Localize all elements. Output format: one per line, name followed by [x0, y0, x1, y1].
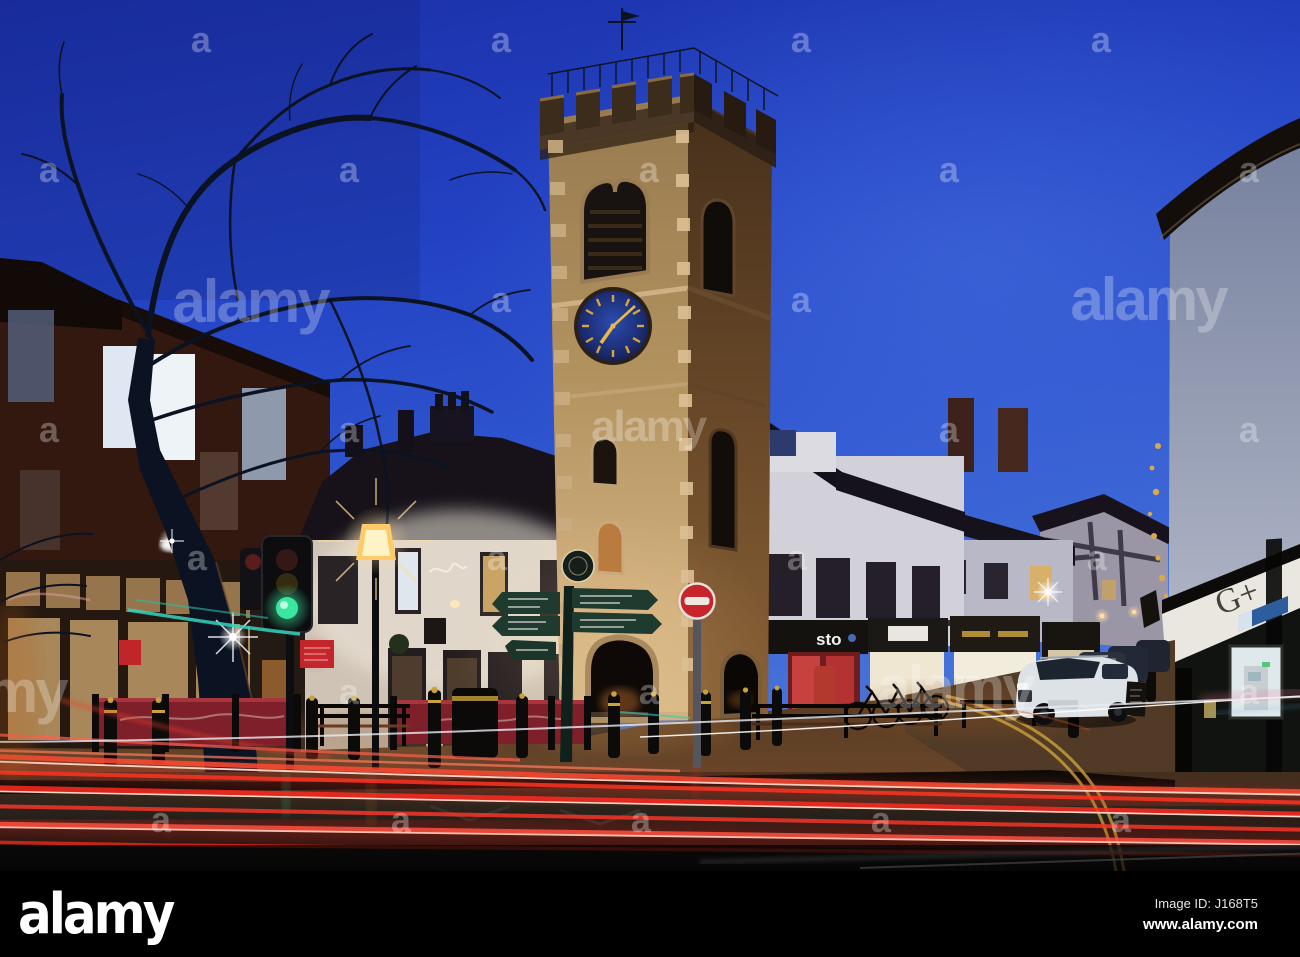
photograph: sto G+ alamy alamy alamy alamy my a a a … — [0, 0, 1300, 871]
tower-clock — [574, 287, 652, 365]
litter-bin — [452, 688, 498, 758]
bottom-vignette — [0, 845, 1300, 871]
sto-shop-sign: sto — [816, 630, 842, 649]
small-shop-sign — [888, 626, 928, 641]
alamy-footer-bar: alamy Image ID: J168T5 www.alamy.com — [0, 871, 1300, 957]
red-window-sign — [119, 640, 141, 665]
belfry-window-west — [580, 177, 650, 285]
chalkboard-sign — [1124, 681, 1148, 717]
white-car — [1016, 655, 1138, 728]
belfry-window-south — [700, 198, 736, 298]
stock-photo-page: sto G+ alamy alamy alamy alamy my a a a … — [0, 0, 1300, 957]
tower-arch-west — [585, 634, 659, 723]
alamy-url-text: www.alamy.com — [1142, 915, 1258, 933]
alamy-logo: alamy — [18, 881, 175, 947]
photo-scene: sto G+ — [0, 0, 1300, 871]
image-id-text: Image ID: J168T5 — [1154, 895, 1258, 911]
